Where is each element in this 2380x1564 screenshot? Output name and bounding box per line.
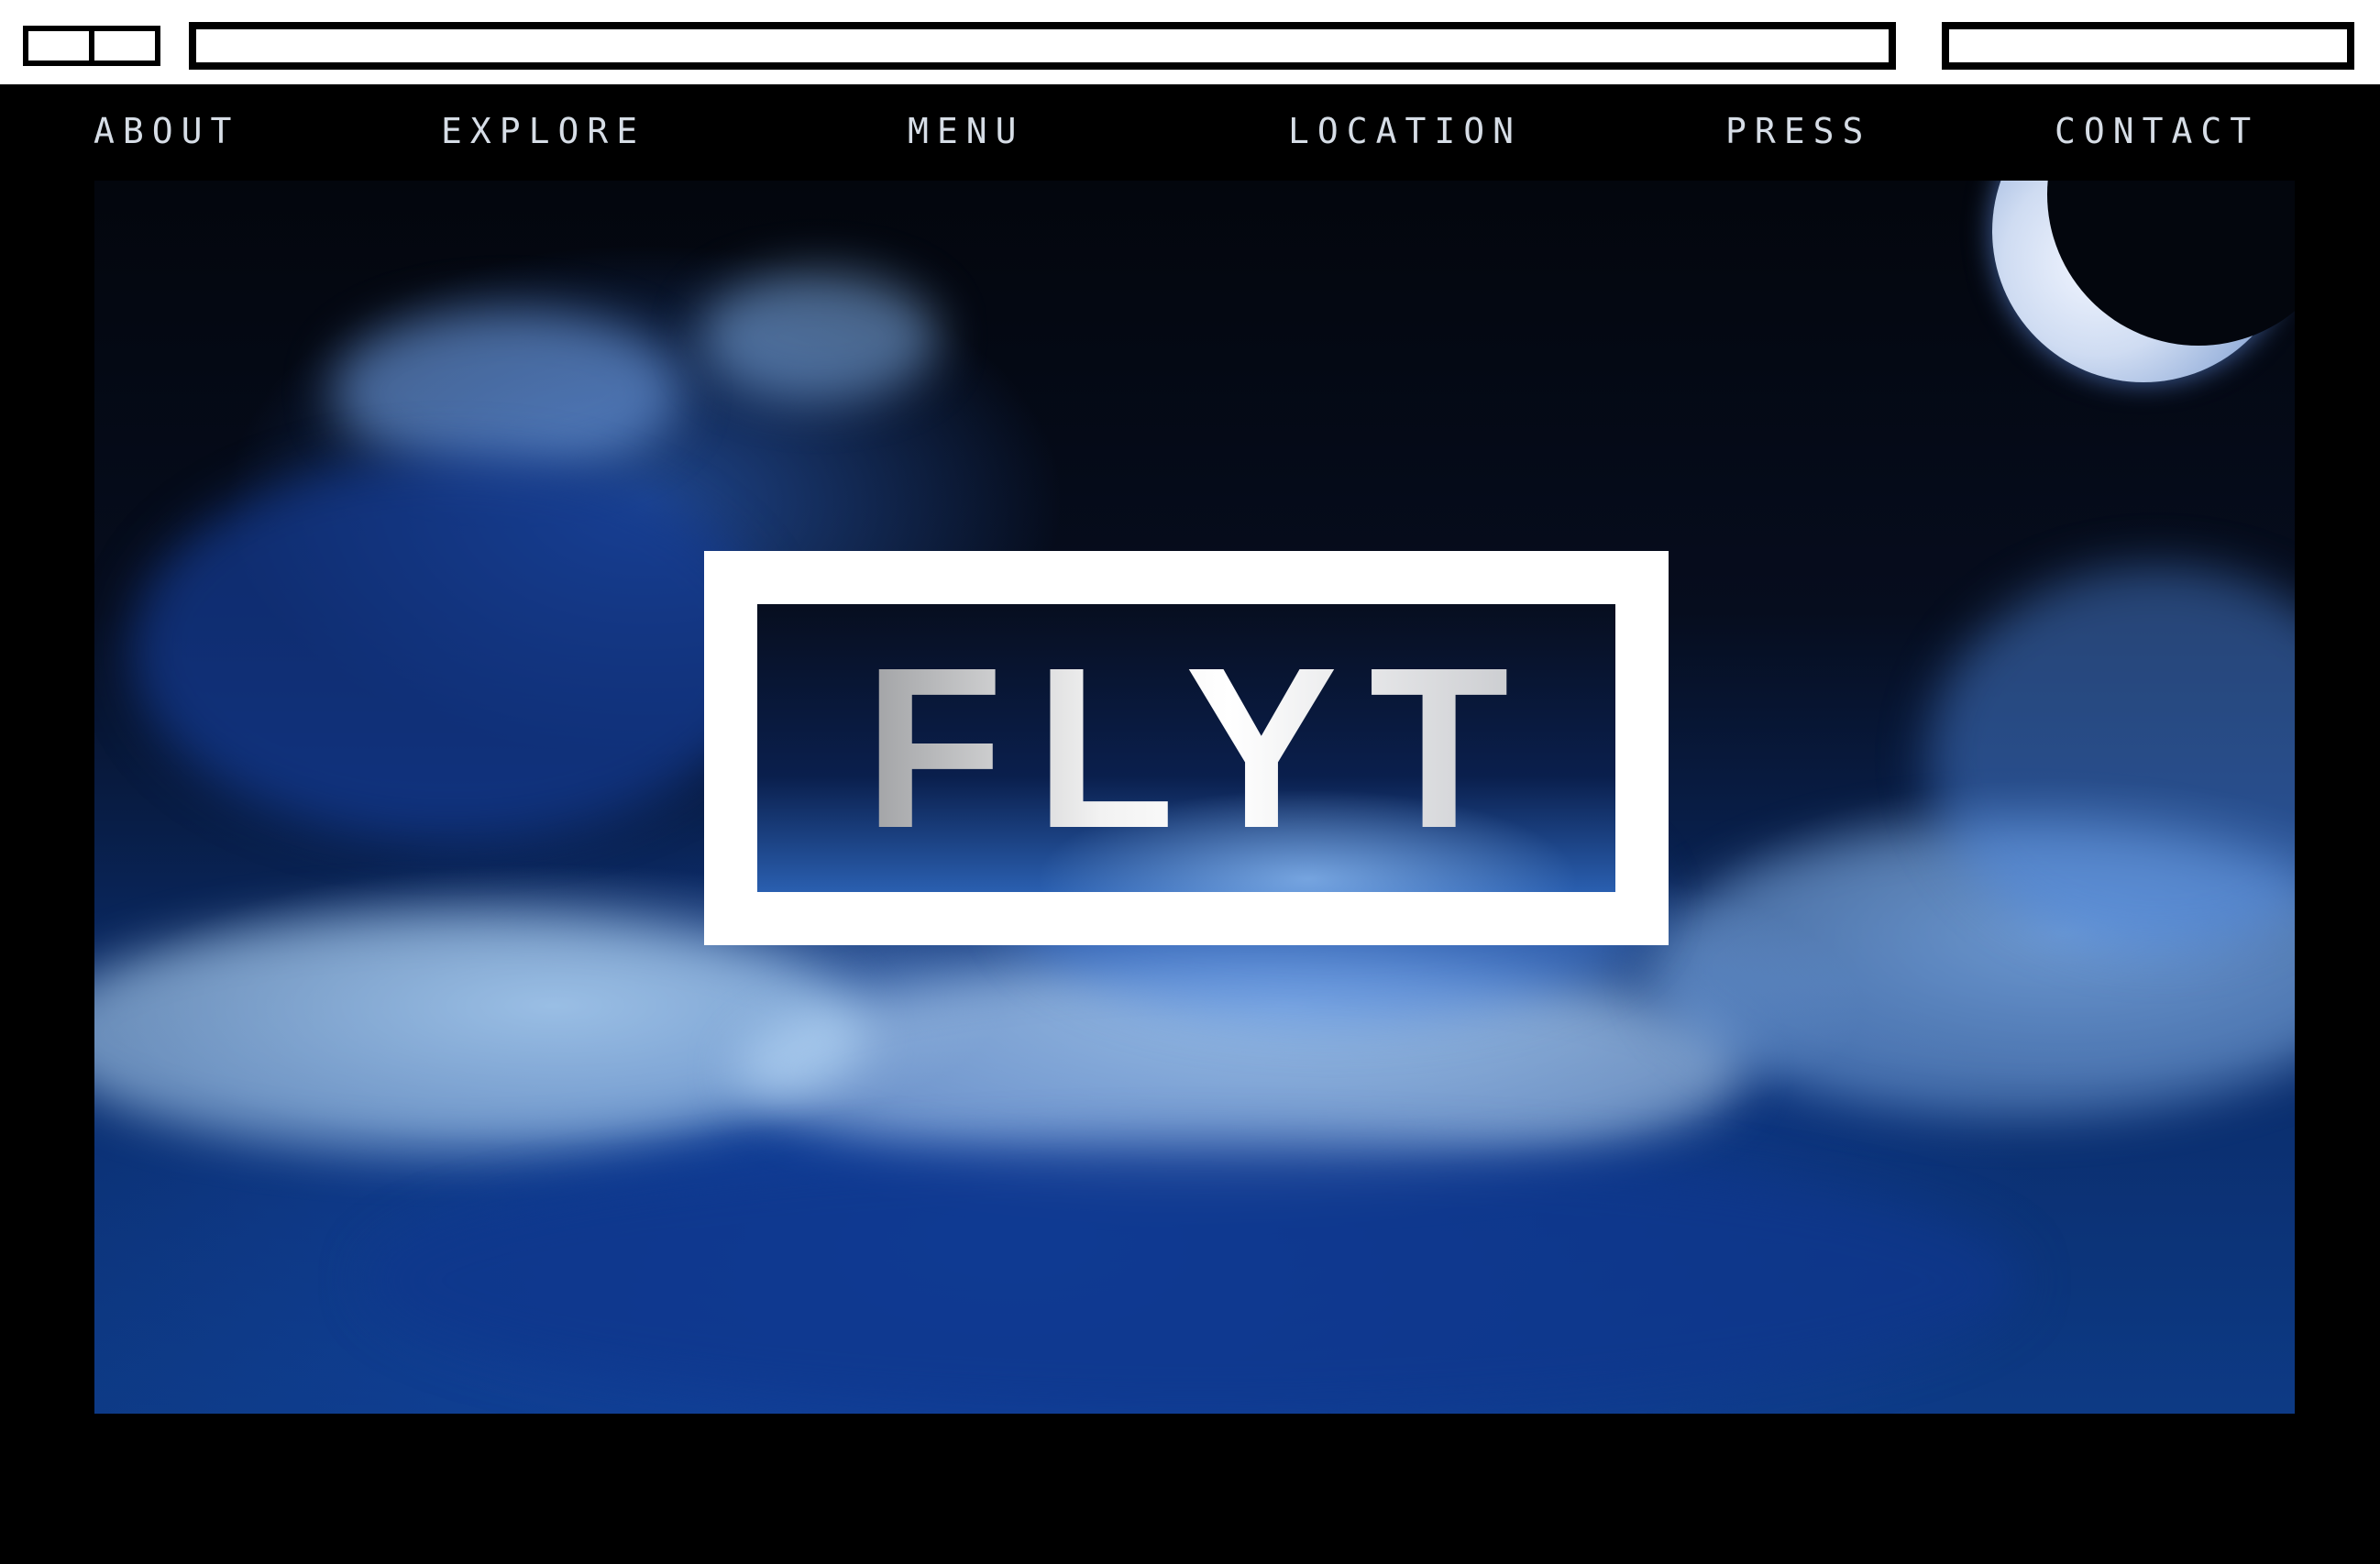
cloud-shape — [94, 914, 865, 1152]
site-logo[interactable]: FLYT — [704, 551, 1669, 945]
cloud-shape — [333, 309, 681, 474]
nav-item-contact[interactable]: CONTACT — [2055, 108, 2259, 154]
window-controls[interactable] — [23, 26, 160, 66]
browser-search-box[interactable] — [1942, 22, 2354, 70]
nav-item-menu[interactable]: MENU — [908, 108, 1025, 154]
nav-item-press[interactable]: PRESS — [1725, 108, 1871, 154]
cloud-shape — [700, 272, 938, 401]
nav-item-location[interactable]: LOCATION — [1288, 108, 1522, 154]
nav-item-about[interactable]: ABOUT — [94, 108, 239, 154]
site-navigation: ABOUT EXPLORE MENU LOCATION PRESS CONTAC… — [0, 88, 2380, 180]
logo-text: FLYT — [757, 604, 1615, 892]
window-control-button[interactable] — [28, 31, 89, 61]
nav-item-explore[interactable]: EXPLORE — [441, 108, 645, 154]
cloud-shape — [131, 456, 773, 841]
cloud-shape — [369, 1143, 2020, 1414]
browser-chrome — [0, 0, 2380, 88]
address-bar[interactable] — [189, 22, 1896, 70]
window-control-button[interactable] — [89, 31, 155, 61]
